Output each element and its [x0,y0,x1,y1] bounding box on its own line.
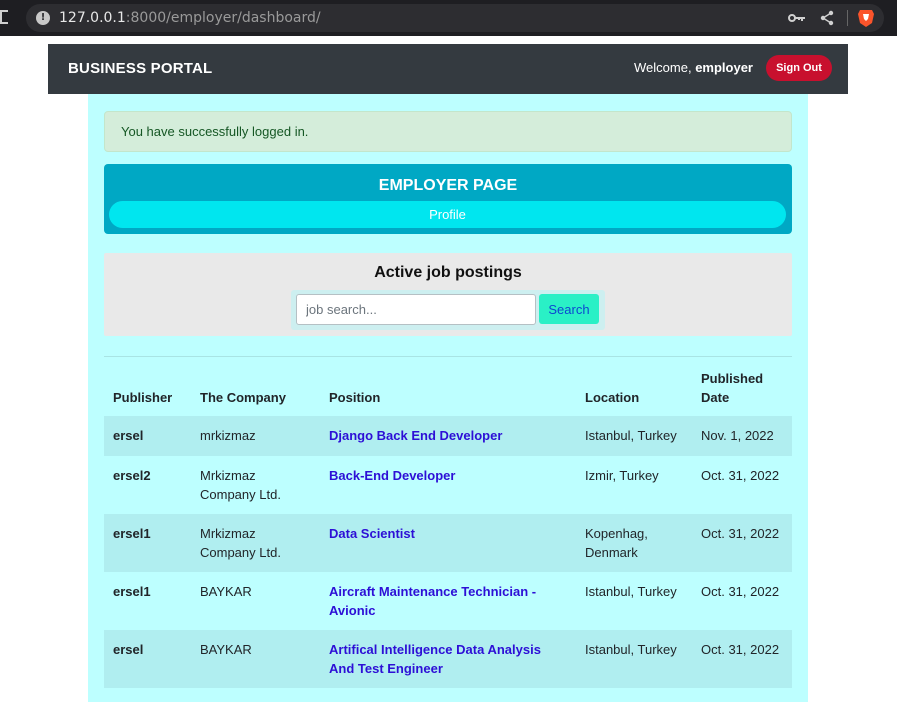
job-search-card: Active job postings Search [104,253,792,336]
publisher-cell: ersel [113,642,144,657]
sign-out-button[interactable]: Sign Out [766,55,832,81]
header-company: The Company [200,390,286,405]
employer-card: EMPLOYER PAGE Profile [104,164,792,234]
profile-button[interactable]: Profile [109,201,786,228]
company-cell: Mrkizmaz Company Ltd. [200,526,281,560]
location-cell: Istanbul, Turkey [585,584,677,599]
location-cell: Istanbul, Turkey [585,642,677,657]
company-cell: mrkizmaz [200,428,256,443]
site-info-icon[interactable]: ! [36,11,50,25]
address-bar[interactable]: ! 127.0.0.1:8000/employer/dashboard/ [26,4,884,32]
publisher-cell: ersel1 [113,584,151,599]
header-published-date: Published Date [701,371,764,405]
toolbar-separator [847,10,848,26]
bookmark-icon[interactable] [0,10,8,24]
divider [104,356,792,357]
header-position: Position [329,390,381,405]
search-button[interactable]: Search [539,294,599,324]
table-row: ersel mrkizmaz Django Back End Developer… [104,416,792,456]
publisher-cell: ersel2 [113,468,151,483]
table-row: ersel1 Mrkizmaz Company Ltd. Data Scient… [104,514,792,572]
company-cell: BAYKAR [200,642,252,657]
username: employer [695,60,753,75]
position-link[interactable]: Artifical Intelligence Data Analysis And… [329,642,541,676]
location-cell: Kopenhag, Denmark [585,526,648,560]
position-link[interactable]: Data Scientist [329,526,415,541]
location-cell: Istanbul, Turkey [585,428,677,443]
site-navbar: BUSINESS PORTAL Welcome, employer Sign O… [48,44,848,94]
date-cell: Oct. 31, 2022 [701,526,780,541]
date-cell: Nov. 1, 2022 [701,428,774,443]
employer-page-title: EMPLOYER PAGE [378,177,518,194]
search-form: Search [291,290,605,330]
table-row: ersel BAYKAR Artifical Intelligence Data… [104,630,792,688]
position-link[interactable]: Django Back End Developer [329,428,502,443]
browser-toolbar: ! 127.0.0.1:8000/employer/dashboard/ [0,0,897,36]
job-postings-table: Publisher The Company Position Location … [104,360,792,688]
brand-logo-text[interactable]: BUSINESS PORTAL [68,60,212,77]
header-location: Location [585,390,640,405]
share-icon[interactable] [819,10,835,26]
table-header-row: Publisher The Company Position Location … [104,360,792,416]
position-link[interactable]: Aircraft Maintenance Technician - Avioni… [329,584,536,618]
table-row: ersel2 Mrkizmaz Company Ltd. Back-End De… [104,456,792,514]
welcome-message: Welcome, employer [634,60,753,75]
position-link[interactable]: Back-End Developer [329,468,455,483]
location-cell: Izmir, Turkey [585,468,659,483]
date-cell: Oct. 31, 2022 [701,468,780,483]
job-search-input[interactable] [296,294,536,325]
brave-shield-icon[interactable] [857,8,875,28]
table-row: ersel1 BAYKAR Aircraft Maintenance Techn… [104,572,792,630]
success-alert: You have successfully logged in. [104,111,792,152]
header-publisher: Publisher [113,390,173,405]
url-text[interactable]: 127.0.0.1:8000/employer/dashboard/ [59,10,321,26]
date-cell: Oct. 31, 2022 [701,642,780,657]
company-cell: Mrkizmaz Company Ltd. [200,468,281,502]
publisher-cell: ersel1 [113,526,151,541]
company-cell: BAYKAR [200,584,252,599]
active-postings-heading: Active job postings [374,264,522,281]
date-cell: Oct. 31, 2022 [701,584,780,599]
main-container: You have successfully logged in. EMPLOYE… [88,94,808,702]
publisher-cell: ersel [113,428,144,443]
key-icon[interactable] [788,12,806,24]
